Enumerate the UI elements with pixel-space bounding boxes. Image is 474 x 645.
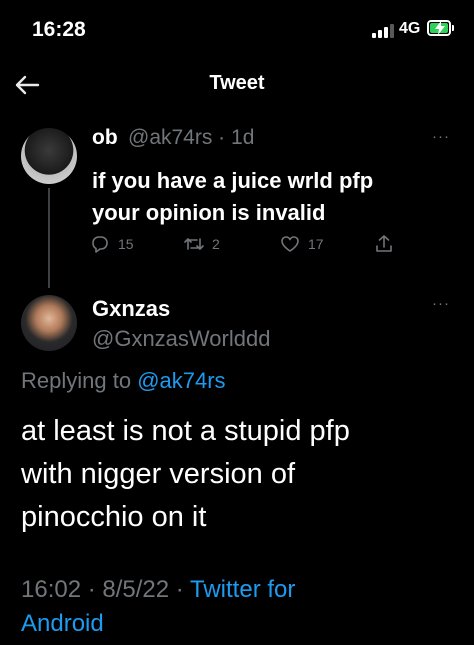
battery-tip — [452, 25, 454, 31]
tweet-text: at least is not a stupid pfp with nigger… — [21, 415, 350, 533]
heart-icon — [281, 236, 299, 252]
page-title: Tweet — [209, 72, 265, 94]
retweet-count: 2 — [212, 236, 220, 252]
like-count: 17 — [308, 236, 324, 252]
replying-to: Replying to @ak74rs — [21, 368, 226, 394]
tweet-timestamp: 16:02 · 8/5/22 · — [21, 576, 191, 603]
author-handle-time[interactable]: @ak74rs · 1d — [128, 126, 254, 150]
charging-bolt-icon — [435, 21, 445, 35]
author-handle[interactable]: @GxnzasWorlddd — [92, 326, 270, 352]
author-name[interactable]: Gxnzas — [92, 296, 170, 322]
status-time: 16:28 — [32, 18, 86, 41]
battery-icon — [427, 20, 451, 36]
thread-connector — [48, 188, 50, 288]
reply-icon — [92, 236, 108, 253]
mention-link[interactable]: @ak74rs — [137, 368, 225, 393]
reply-count: 15 — [118, 236, 134, 252]
replying-prefix: Replying to — [21, 368, 138, 393]
share-button[interactable] — [374, 234, 394, 254]
retweet-icon — [184, 238, 204, 250]
status-bar: 16:28 4G — [0, 0, 474, 58]
more-options-icon[interactable]: ··· — [432, 128, 450, 145]
reply-button[interactable]: 15 — [90, 234, 134, 254]
avatar[interactable] — [21, 128, 77, 184]
share-icon — [376, 235, 392, 252]
author-name[interactable]: ob — [92, 126, 118, 150]
tweet-actions: 15 2 17 — [90, 234, 420, 264]
signal-icon — [372, 22, 394, 38]
like-button[interactable]: 17 — [280, 234, 324, 254]
retweet-button[interactable]: 2 — [184, 234, 220, 254]
avatar[interactable] — [21, 295, 77, 351]
more-options-icon[interactable]: ··· — [432, 295, 450, 312]
tweet-text: if you have a juice wrld pfp your opinio… — [92, 168, 374, 225]
tweet-meta: 16:02 · 8/5/22 · Twitter for Android — [21, 573, 451, 641]
network-type: 4G — [399, 20, 421, 37]
